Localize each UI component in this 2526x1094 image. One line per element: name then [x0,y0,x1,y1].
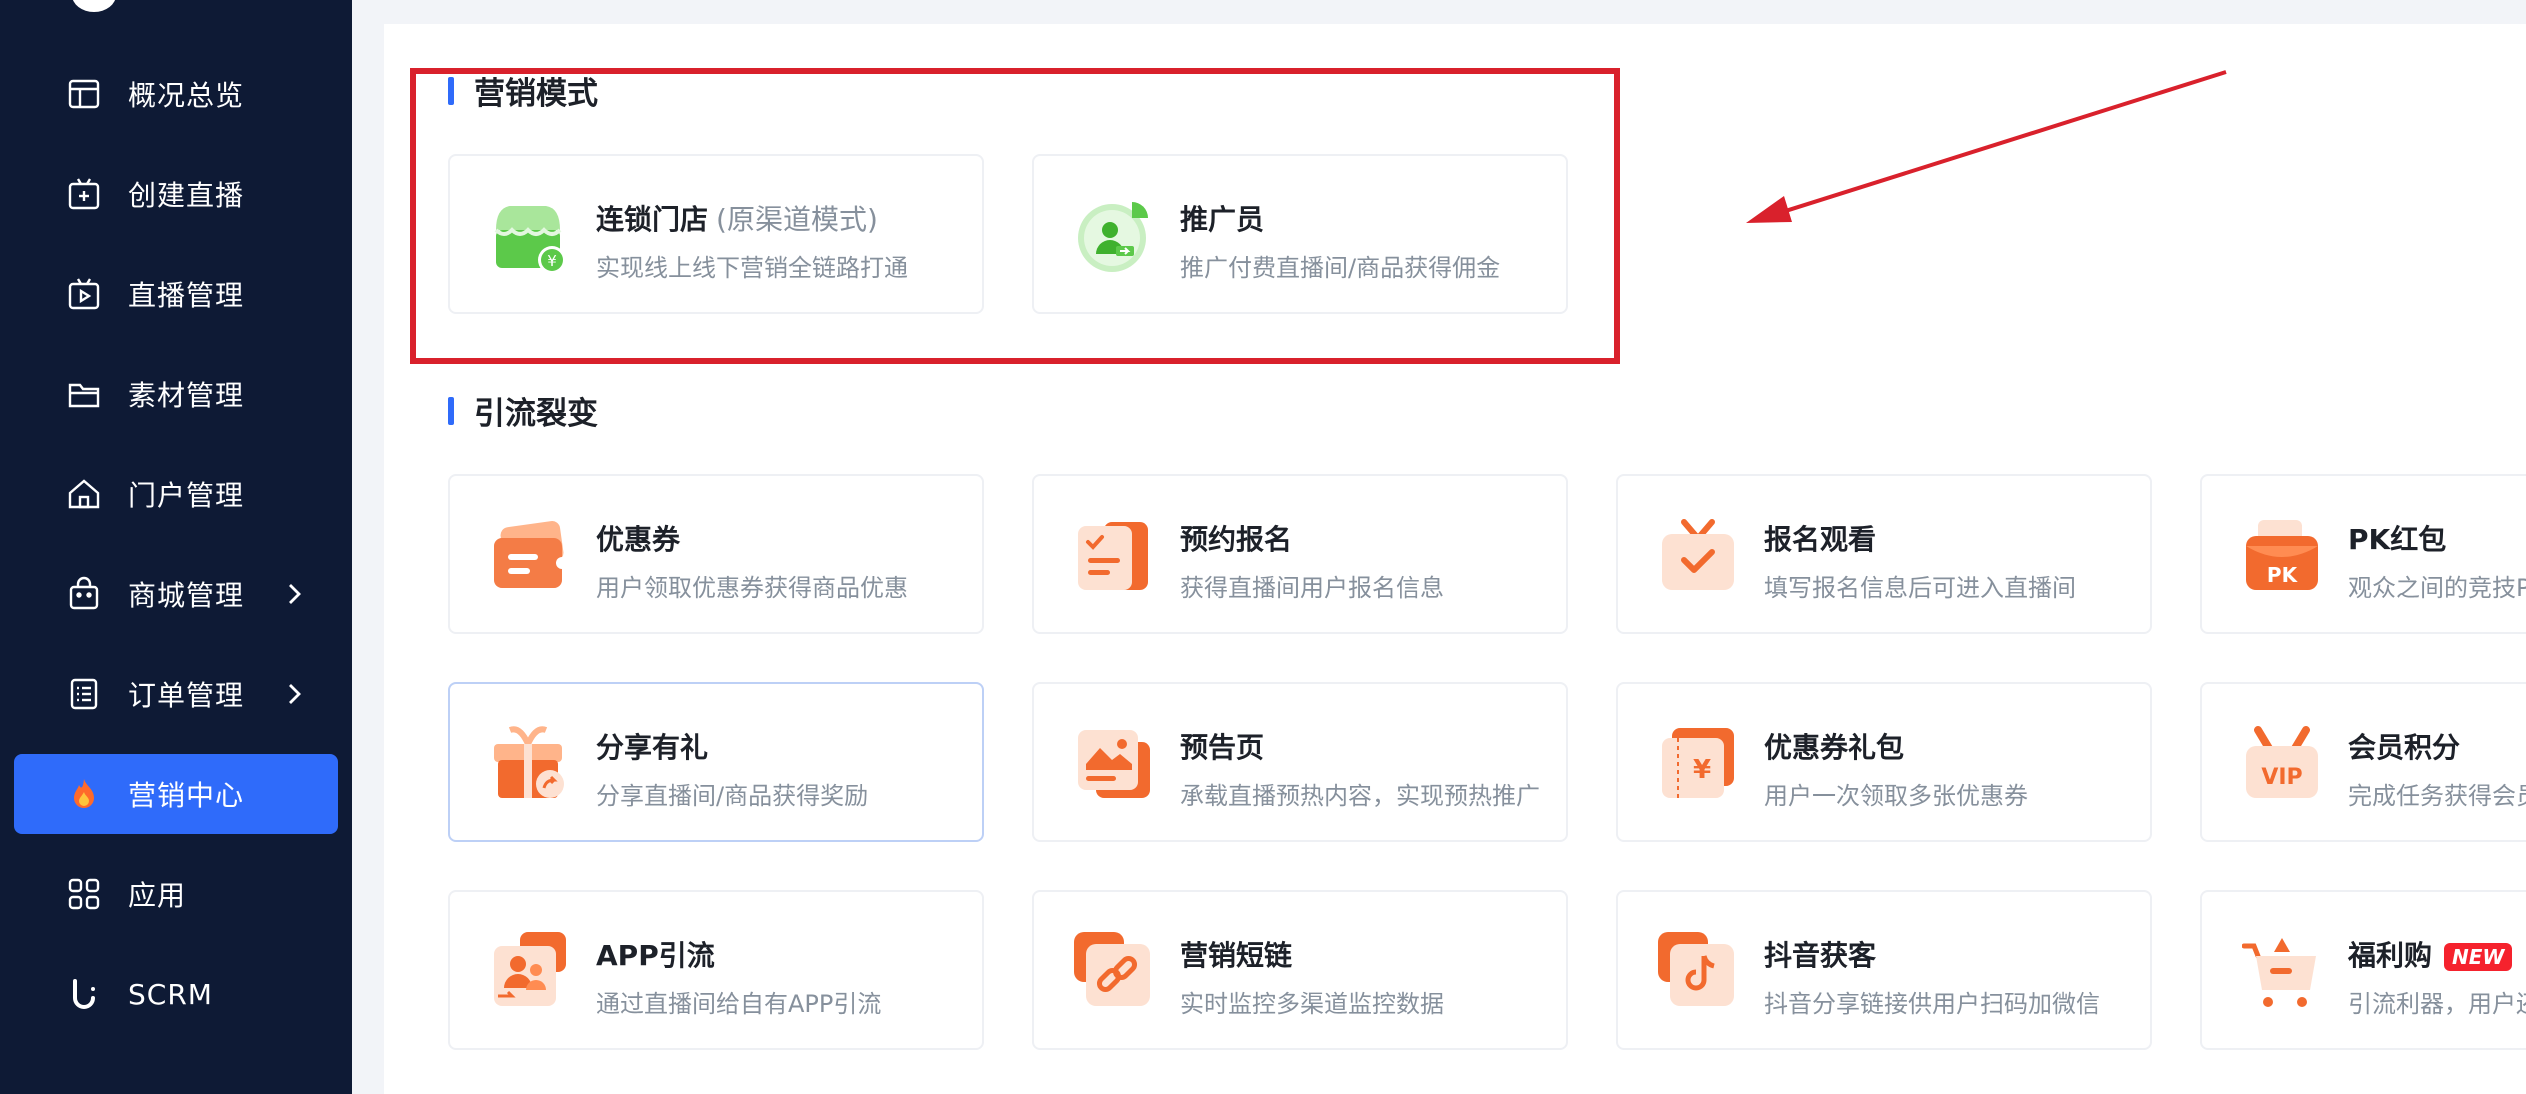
card-title: 会员积分 [2348,731,2461,764]
chevron-right-icon [289,584,301,604]
card-title: 预约报名 [1180,523,1293,556]
card-preview-page[interactable]: 预告页 承载直播预热内容，实现预热推广 [1032,682,1568,842]
sidebar-item-orders[interactable]: 订单管理 [14,654,338,734]
signup-watch-icon [1662,519,1734,590]
card-description: 分享直播间/商品获得奖励 [596,782,869,810]
card-title: 报名观看 [1764,523,1877,556]
card-welfare-purchase[interactable]: 福利购 NEW 引流利器，用户还 [2200,890,2526,1050]
logo [72,0,116,12]
sidebar-item-marketing[interactable]: 营销中心 [14,754,338,834]
home-icon [64,474,104,514]
sidebar-item-label: 营销中心 [128,779,245,812]
card-description: 抖音分享链接供用户扫码加微信 [1764,990,2100,1018]
card-description: 实时监控多渠道监控数据 [1180,990,1444,1018]
card-coupon-pack[interactable]: ¥ 优惠券礼包 用户一次领取多张优惠券 [1616,682,2152,842]
card-title: 福利购 NEW [2348,934,2513,974]
sidebar-item-materials[interactable]: 素材管理 [14,354,338,434]
sidebar-item-label: 直播管理 [128,279,245,312]
sidebar-item-overview[interactable]: 概况总览 [14,54,338,134]
coupon-pack-icon: ¥ [1662,728,1734,798]
card-title: 营销短链 [1180,939,1293,972]
order-icon [64,674,104,714]
card-description: 通过直播间给自有APP引流 [596,990,882,1018]
card-app-traffic[interactable]: APP引流 通过直播间给自有APP引流 [448,890,984,1050]
sidebar-item-mall[interactable]: 商城管理 [14,554,338,634]
douyin-icon [1658,932,1734,1006]
card-description: 获得直播间用户报名信息 [1180,574,1444,602]
folder-icon [64,374,104,414]
live-manage-icon [64,274,104,314]
card-title: 优惠券礼包 [1764,731,1905,764]
sidebar-item-live-manage[interactable]: 直播管理 [14,254,338,334]
new-badge: NEW [2444,943,2513,971]
annotation-highlight-box [410,68,1620,364]
welfare-cart-icon [2242,938,2316,1007]
chevron-right-icon [289,684,301,704]
card-title: 分享有礼 [596,731,709,764]
coupon-icon [494,521,568,588]
card-vip-points[interactable]: VIP 会员积分 完成任务获得会员积分 [2200,682,2526,842]
sidebar-item-label: 应用 [128,879,187,912]
sidebar-item-create-live[interactable]: 创建直播 [14,154,338,234]
card-description: 观众之间的竞技PK [2348,574,2526,602]
card-douyin[interactable]: 抖音获客 抖音分享链接供用户扫码加微信 [1616,890,2152,1050]
dashboard-icon [64,74,104,114]
card-title: PK红包 [2348,523,2447,556]
svg-text:PK: PK [2267,563,2299,587]
sidebar-item-label: 素材管理 [128,379,245,412]
section-marker [448,396,454,425]
svg-text:¥: ¥ [1693,755,1711,785]
sidebar-item-label: 创建直播 [128,179,245,212]
fire-icon [64,774,104,814]
sidebar-item-scrm[interactable]: SCRM [14,954,338,1034]
card-signup-watch[interactable]: 报名观看 填写报名信息后可进入直播间 [1616,474,2152,634]
card-description: 完成任务获得会员积分 [2348,782,2526,810]
sidebar-item-portal[interactable]: 门户管理 [14,454,338,534]
card-pk-red-packet[interactable]: PK PK红包 观众之间的竞技PK [2200,474,2526,634]
share-gift-icon [494,726,564,798]
sidebar-item-label: 订单管理 [128,679,245,712]
card-description: 用户领取优惠券获得商品优惠 [596,574,908,602]
card-description: 引流利器，用户还 [2348,990,2526,1018]
sidebar-item-label: 门户管理 [128,479,245,512]
card-description: 承载直播预热内容，实现预热推广 [1180,782,1540,810]
vip-points-icon: VIP [2246,726,2318,798]
sidebar-item-label: 商城管理 [128,579,245,612]
card-title: 优惠券 [596,523,681,556]
svg-text:VIP: VIP [2261,765,2302,790]
card-share-gift[interactable]: 分享有礼 分享直播间/商品获得奖励 [448,682,984,842]
card-short-link[interactable]: 营销短链 实时监控多渠道监控数据 [1032,890,1568,1050]
card-title: 预告页 [1180,731,1265,764]
preview-page-icon [1078,730,1150,798]
shopping-bag-icon [64,574,104,614]
card-reservation[interactable]: 预约报名 获得直播间用户报名信息 [1032,474,1568,634]
apps-grid-icon [64,874,104,914]
reservation-icon [1078,522,1148,590]
section-title-traffic: 引流裂变 [448,388,598,433]
card-description: 填写报名信息后可进入直播间 [1764,574,2076,602]
card-title-text: 福利购 [2348,939,2433,972]
sidebar: 概况总览 创建直播 直播管理 素材管理 门户管理 商城管理 订单管理 营销中心 … [0,0,352,1094]
app-traffic-icon [494,932,566,1006]
card-title: APP引流 [596,939,715,972]
scrm-icon [64,974,104,1014]
pk-red-packet-icon: PK [2246,520,2318,590]
section-title-text: 引流裂变 [474,396,598,432]
card-coupon[interactable]: 优惠券 用户领取优惠券获得商品优惠 [448,474,984,634]
sidebar-item-label: 概况总览 [128,79,245,112]
card-title: 抖音获客 [1764,939,1877,972]
sidebar-item-apps[interactable]: 应用 [14,854,338,934]
card-description: 用户一次领取多张优惠券 [1764,782,2028,810]
create-live-icon [64,174,104,214]
sidebar-item-label: SCRM [128,977,213,1011]
short-link-icon [1074,932,1150,1006]
